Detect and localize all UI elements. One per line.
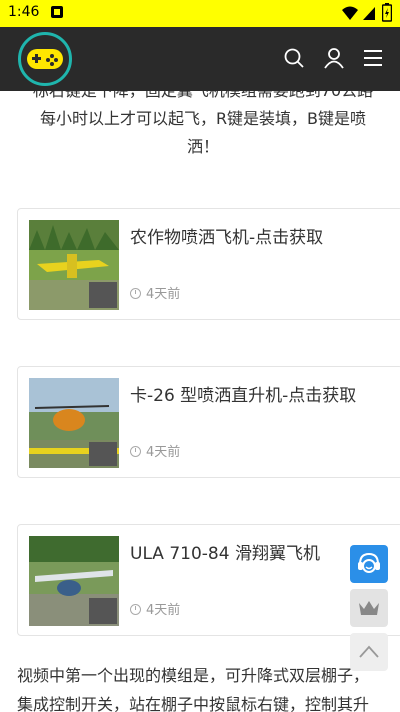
card-time: 4天前 [130, 283, 180, 302]
wifi-icon [342, 6, 358, 20]
clock-icon [130, 288, 141, 299]
customer-service-icon [358, 552, 380, 573]
related-card[interactable]: 卡-26 型喷洒直升机-点击获取 4天前 [17, 366, 400, 478]
back-to-top-button[interactable] [350, 633, 388, 671]
search-icon[interactable] [283, 47, 305, 69]
related-card[interactable]: 农作物喷洒飞机-点击获取 4天前 [17, 208, 400, 320]
card-thumbnail[interactable] [29, 378, 119, 468]
status-time: 1:46 [8, 4, 40, 20]
related-card[interactable]: ULA 710-84 滑翔翼飞机 4天前 [17, 524, 400, 636]
notification-icon [51, 6, 63, 18]
card-title[interactable]: ULA 710-84 滑翔翼飞机 [130, 539, 320, 564]
card-time: 4天前 [130, 599, 180, 618]
status-bar: 1:46 [0, 0, 400, 27]
article-outro: 视频中第一个出现的模组是，可升降式双层棚子， 集成控制开关，站在棚子中按鼠标右键… [17, 666, 370, 712]
crown-icon [359, 601, 379, 615]
signal-icon [363, 7, 375, 20]
back-to-top-icon [359, 645, 379, 658]
article-intro: 标右键是下降，固定翼飞机模组需要跑到70公路 每小时以上才可以起飞，R键是装填，… [33, 91, 373, 156]
clock-icon [130, 604, 141, 615]
app-header [0, 27, 400, 91]
app-logo[interactable] [18, 32, 72, 86]
card-thumbnail[interactable] [29, 220, 119, 310]
article-content: 标右键是下降，固定翼飞机模组需要跑到70公路 每小时以上才可以起飞，R键是装填，… [0, 91, 400, 712]
card-title[interactable]: 农作物喷洒飞机-点击获取 [130, 223, 323, 248]
menu-icon[interactable] [362, 47, 384, 69]
card-title[interactable]: 卡-26 型喷洒直升机-点击获取 [130, 381, 356, 406]
vip-button[interactable] [350, 589, 388, 627]
battery-icon [382, 3, 392, 22]
gamepad-icon [27, 49, 63, 69]
card-time: 4天前 [130, 441, 180, 460]
clock-icon [130, 446, 141, 457]
user-icon[interactable] [323, 47, 345, 69]
card-thumbnail[interactable] [29, 536, 119, 626]
customer-service-button[interactable] [350, 545, 388, 583]
